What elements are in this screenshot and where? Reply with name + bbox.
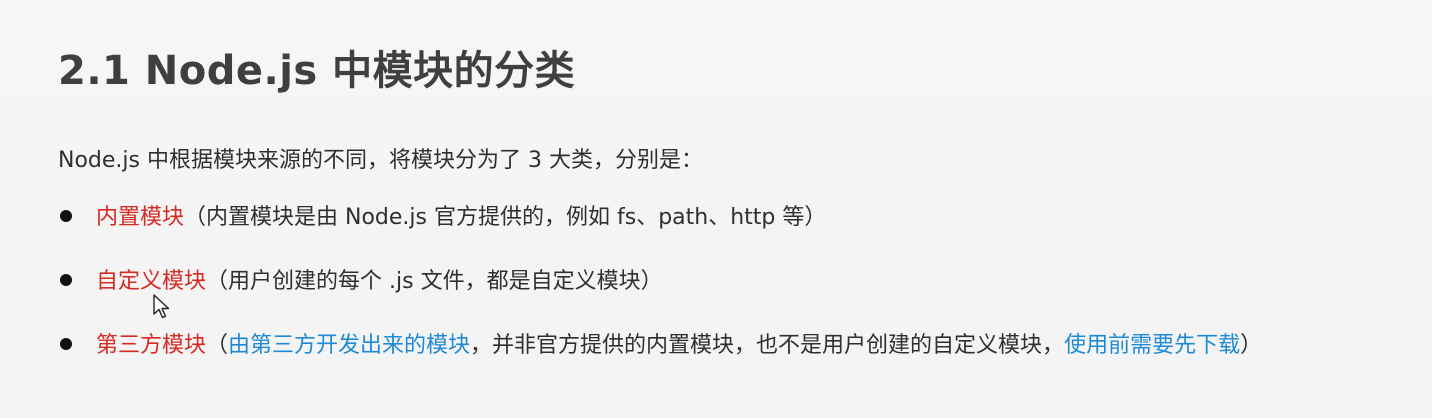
third-party-module-label: 第三方模块 (96, 333, 207, 358)
bullet-dot-icon (60, 338, 72, 350)
custom-module-label: 自定义模块 (96, 269, 207, 294)
third-party-open-paren: （ (206, 333, 229, 358)
third-party-description: ，并非官方提供的内置模块，也不是用户创建的自定义模块， (470, 333, 1065, 358)
third-party-download-note: 使用前需要先下载 (1064, 333, 1241, 358)
third-party-close-paren: ） (1240, 333, 1263, 358)
intro-paragraph: Node.js 中根据模块来源的不同，将模块分为了 3 大类，分别是： (58, 148, 703, 173)
list-item-third-party-module: 第三方模块（由第三方开发出来的模块，并非官方提供的内置模块，也不是用户创建的自定… (58, 330, 1262, 362)
page-title: 2.1 Node.js 中模块的分类 (58, 48, 576, 94)
list-item-builtin-module: 内置模块（内置模块是由 Node.js 官方提供的，例如 fs、path、htt… (58, 202, 826, 234)
builtin-module-description: （内置模块是由 Node.js 官方提供的，例如 fs、path、http 等） (184, 205, 827, 230)
slide: 2.1 Node.js 中模块的分类 Node.js 中根据模块来源的不同，将模… (0, 0, 1432, 418)
mouse-pointer-icon (153, 294, 170, 319)
custom-module-description: （用户创建的每个 .js 文件，都是自定义模块） (206, 269, 663, 294)
bullet-dot-icon (60, 274, 72, 286)
third-party-origin-text: 由第三方开发出来的模块 (228, 333, 471, 358)
builtin-module-label: 内置模块 (96, 205, 185, 230)
list-item-custom-module: 自定义模块（用户创建的每个 .js 文件，都是自定义模块） (58, 266, 663, 298)
bullet-dot-icon (60, 210, 72, 222)
